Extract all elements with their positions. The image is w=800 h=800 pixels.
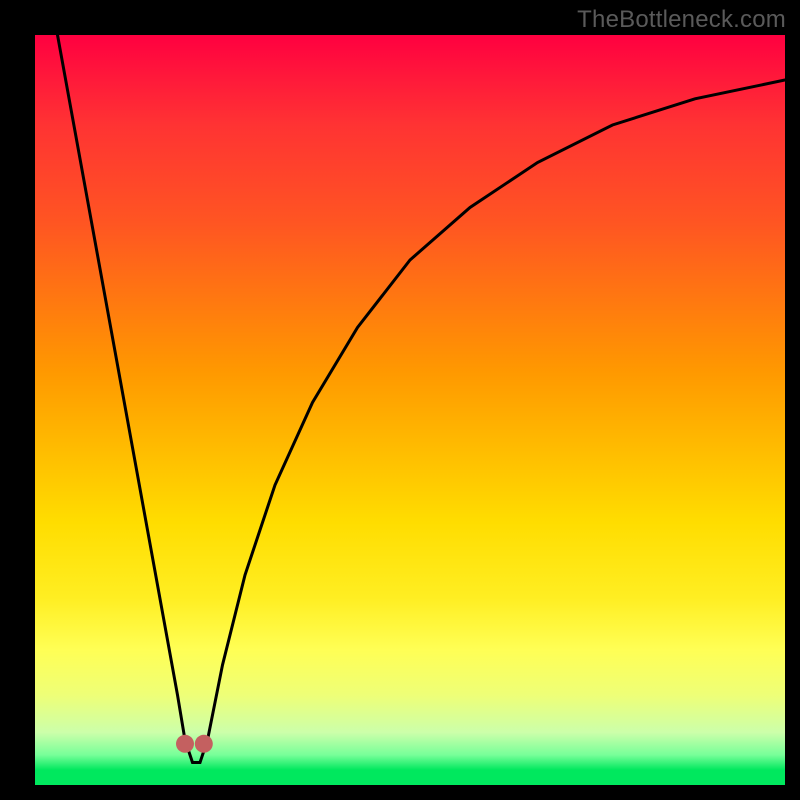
curve-marker — [176, 735, 194, 753]
outer-black-frame: TheBottleneck.com — [0, 0, 800, 800]
curve-markers — [176, 735, 213, 753]
curve-marker — [195, 735, 213, 753]
bottleneck-curve — [58, 35, 786, 763]
curve-svg — [35, 35, 785, 785]
watermark-text: TheBottleneck.com — [577, 6, 786, 34]
plot-area — [35, 35, 785, 785]
